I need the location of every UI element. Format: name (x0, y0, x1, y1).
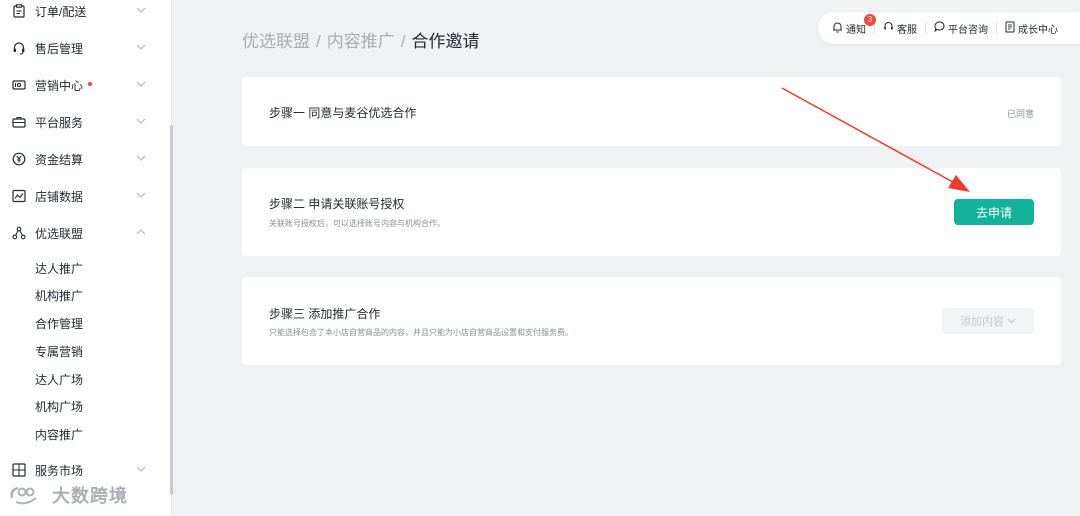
notification-count-badge: 3 (864, 13, 876, 26)
sidebar-scrollbar[interactable] (170, 125, 173, 495)
chevron-down-icon (136, 190, 146, 200)
sidebar-subitem-exclusive-marketing[interactable]: 专属营销 (35, 343, 83, 360)
top-toolbar: 通知 3 客服 平台咨询 成长中心 (818, 12, 1080, 44)
clipboard-icon (11, 3, 27, 19)
headset-icon (883, 21, 894, 35)
chevron-down-icon (136, 153, 146, 163)
chevron-down-icon (136, 5, 146, 15)
sidebar-item-aftersale[interactable]: 售后管理 (0, 33, 168, 63)
sidebar-subitem-content-promo[interactable]: 内容推广 (35, 426, 83, 443)
chevron-up-icon (136, 227, 146, 237)
step2-title: 步骤二 申请关联账号授权 (269, 197, 405, 211)
platform-consult-label: 平台咨询 (948, 24, 988, 36)
growth-center-label: 成长中心 (1018, 24, 1058, 36)
sidebar-subitem-cooperation-mgmt[interactable]: 合作管理 (35, 315, 83, 332)
sidebar-subitem-agency-promo[interactable]: 机构推广 (35, 287, 83, 304)
breadcrumb-item-content-promo[interactable]: 内容推广 (327, 32, 395, 51)
notification-button[interactable]: 通知 3 (832, 13, 876, 36)
sidebar-item-label: 营销中心 (35, 77, 93, 94)
document-icon (1005, 21, 1015, 36)
briefcase-icon (11, 114, 27, 130)
sidebar-subitem-agency-square[interactable]: 机构广场 (35, 398, 83, 415)
chart-icon (11, 188, 27, 204)
yen-icon (11, 151, 27, 167)
sidebar-item-service-market[interactable]: 服务市场 (0, 455, 168, 485)
sidebar-item-label: 优选联盟 (35, 226, 84, 241)
step1-status: 已同意 (1006, 109, 1034, 119)
watermark: 大数跨境 (8, 482, 128, 508)
customer-service-button[interactable]: 客服 (883, 21, 917, 36)
platform-consult-button[interactable]: 平台咨询 (934, 21, 988, 36)
sidebar-subitem-influencer-square[interactable]: 达人广场 (35, 371, 83, 388)
step3-title: 步骤三 添加推广合作 (269, 307, 381, 321)
sidebar-item-alliance[interactable]: 优选联盟 (0, 218, 168, 248)
notification-dot (88, 82, 93, 87)
chevron-down-icon (136, 464, 146, 474)
chevron-down-icon (136, 116, 146, 126)
sidebar-item-settlement[interactable]: 资金结算 (0, 144, 168, 174)
divider (925, 22, 926, 34)
bell-icon (832, 21, 843, 36)
grid-icon (11, 462, 27, 478)
apply-button[interactable]: 去申请 (954, 199, 1034, 225)
chevron-down-icon (1007, 315, 1016, 327)
breadcrumb-separator: / (316, 32, 321, 51)
sidebar-item-label: 平台服务 (35, 115, 84, 130)
sidebar-item-label: 店铺数据 (35, 189, 84, 204)
sidebar-item-label: 服务市场 (35, 463, 84, 478)
sidebar-subitem-influencer-promo[interactable]: 达人推广 (35, 260, 83, 277)
sidebar: 订单/配送 售后管理 营销中心 平台服务 资金结算 店铺数据 优选联盟 达人推广… (0, 0, 172, 516)
annotation-arrow-icon (781, 87, 970, 192)
sidebar-item-store-data[interactable]: 店铺数据 (0, 181, 168, 211)
sidebar-item-label: 资金结算 (35, 152, 84, 167)
sidebar-item-marketing[interactable]: 营销中心 (0, 70, 168, 100)
watermark-text: 大数跨境 (52, 486, 128, 506)
sidebar-item-orders[interactable]: 订单/配送 (0, 0, 168, 26)
network-icon (11, 225, 27, 241)
notification-label: 通知 (846, 24, 866, 36)
breadcrumb-separator: / (400, 32, 406, 51)
step3-card: 步骤三 添加推广合作 只能选择包含了本小店自营商品的内容，并且只能为小店自营商品… (242, 277, 1061, 365)
page-title: 合作邀请 (411, 32, 480, 51)
growth-center-button[interactable]: 成长中心 (1005, 21, 1058, 36)
sidebar-item-label: 售后管理 (35, 41, 84, 56)
headset-icon (11, 40, 27, 56)
breadcrumb: 优选联盟 / 内容推广 / 合作邀请 (242, 27, 479, 52)
step2-description: 关联账号授权后，可以选择账号内容与机构合作。 (269, 219, 445, 228)
step3-description: 只能选择包含了本小店自营商品的内容，并且只能为小店自营商品设置和支付服务费。 (269, 328, 573, 337)
sidebar-item-label: 订单/配送 (35, 4, 87, 19)
chevron-down-icon (136, 79, 146, 89)
sidebar-item-platform-service[interactable]: 平台服务 (0, 107, 168, 137)
step1-title: 步骤一 同意与麦谷优选合作 (269, 106, 417, 120)
divider (996, 22, 997, 34)
breadcrumb-item-alliance[interactable]: 优选联盟 (242, 32, 310, 51)
customer-service-label: 客服 (897, 24, 917, 36)
watermark-logo-icon (10, 486, 37, 505)
add-content-button: 添加内容 (942, 308, 1034, 334)
coupon-icon (11, 77, 27, 93)
add-content-label: 添加内容 (960, 316, 1004, 328)
chat-bubble-icon (934, 21, 945, 35)
chevron-down-icon (136, 42, 146, 52)
